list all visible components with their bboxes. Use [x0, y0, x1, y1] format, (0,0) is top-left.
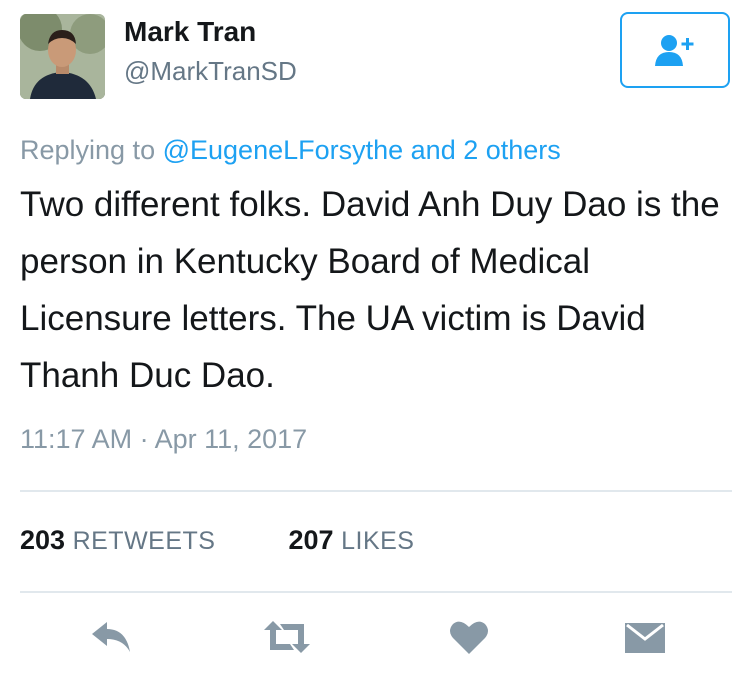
action-bar — [0, 612, 750, 672]
divider — [20, 490, 732, 492]
retweets-stat[interactable]: 203 RETWEETS — [20, 525, 223, 555]
tweet-stats: 203 RETWEETS 207 LIKES — [20, 525, 414, 556]
profile-photo — [20, 14, 105, 99]
replying-to: Replying to @EugeneLForsythe and 2 other… — [20, 135, 561, 166]
likes-stat[interactable]: 207 LIKES — [289, 525, 415, 555]
user-handle[interactable]: @MarkTranSD — [124, 56, 297, 87]
user-name[interactable]: Mark Tran — [124, 16, 256, 48]
reply-icon — [92, 622, 130, 652]
like-icon — [450, 621, 488, 654]
avatar[interactable] — [20, 14, 105, 99]
divider — [20, 591, 732, 593]
retweets-count: 203 — [20, 525, 66, 555]
retweet-icon — [264, 621, 310, 653]
replying-mention-link[interactable]: @EugeneLForsythe and 2 others — [163, 135, 561, 165]
retweets-label: RETWEETS — [72, 527, 216, 555]
replying-prefix: Replying to — [20, 135, 156, 165]
reply-button[interactable] — [86, 612, 136, 662]
likes-label: LIKES — [341, 527, 415, 555]
message-button[interactable] — [620, 612, 670, 662]
timestamp[interactable]: 11:17 AM · Apr 11, 2017 — [20, 424, 307, 455]
follow-button[interactable] — [620, 12, 730, 88]
retweet-button[interactable] — [262, 612, 312, 662]
tweet-text: Two different folks. David Anh Duy Dao i… — [20, 185, 720, 395]
tweet-header: Mark Tran @MarkTranSD — [20, 12, 732, 99]
like-button[interactable] — [444, 612, 494, 662]
likes-count: 207 — [288, 525, 334, 555]
message-icon — [625, 623, 665, 653]
add-user-icon — [655, 35, 694, 66]
